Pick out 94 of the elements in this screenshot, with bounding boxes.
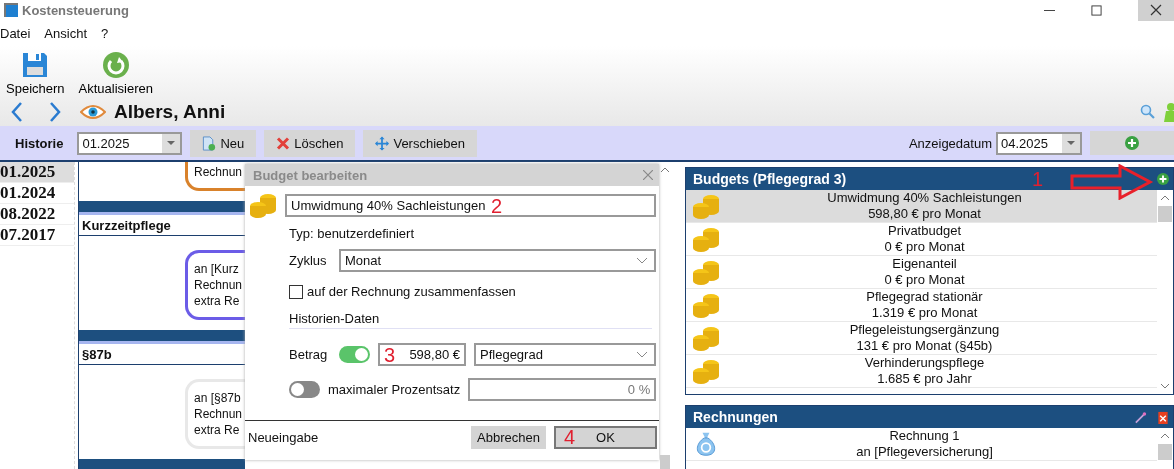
chevron-down-icon	[636, 351, 648, 358]
invoice-name: Rechnung 1	[889, 428, 960, 444]
budget-amount: 1.685 € pro Jahr	[877, 371, 972, 387]
close-icon[interactable]	[643, 170, 653, 180]
annotation-number: 3	[384, 345, 396, 365]
maximize-icon[interactable]	[1091, 4, 1102, 16]
person-name: Albers, Anni	[114, 101, 226, 123]
toolbar-button[interactable]: Aktualisieren	[74, 51, 157, 98]
magic-wand-icon[interactable]	[1135, 410, 1147, 424]
annotation-number: 2	[491, 195, 503, 216]
scroll-up-icon[interactable]	[660, 167, 670, 173]
footer-text: Neueingabe	[248, 429, 319, 445]
budget-amount: 1.319 € pro Monat	[871, 305, 978, 321]
coins-icon	[692, 325, 720, 351]
budget-item[interactable]: Pflegegrad stationär 1.319 € pro Monat	[686, 289, 1157, 322]
budget-name: Verhinderungspflege	[864, 355, 985, 371]
budget-name: Privatbudget	[888, 223, 961, 239]
history-date[interactable]: 08.2022	[0, 204, 74, 225]
delete-x-icon	[276, 135, 291, 151]
budget-item[interactable]: Pflegeleistungsergänzung 131 € pro Monat (§45b)	[686, 322, 1157, 355]
menu-item[interactable]: ?	[101, 25, 109, 41]
add-button[interactable]	[1090, 131, 1174, 155]
dropdown-arrow-icon	[1067, 141, 1075, 145]
plus-icon[interactable]	[1157, 173, 1169, 185]
annotation-number: 4	[564, 426, 576, 447]
cycle-label: Zyklus	[289, 253, 328, 268]
eye-icon	[80, 104, 106, 120]
refresh-icon	[101, 51, 130, 79]
budget-name: Eigenanteil	[892, 256, 957, 272]
invoice-item[interactable]: Rechnung 1 an [Pflegeversicherung]	[686, 428, 1157, 461]
display-date-dropdown[interactable]: 04.2025	[996, 131, 1082, 155]
amount-label: Betrag	[289, 347, 329, 362]
budget-name: Umwidmung 40% Sachleistungen	[827, 190, 1022, 206]
coins-icon	[249, 192, 277, 218]
history-date[interactable]: 01.2025	[0, 162, 74, 183]
new-document-icon	[202, 135, 217, 151]
panel-title: Budgets (Pflegegrad 3)	[693, 171, 847, 187]
dropdown-arrow-icon	[167, 141, 176, 145]
budget-name: Pflegegrad stationär	[866, 289, 983, 305]
section-heading: Historien-Daten	[289, 311, 652, 329]
history-button[interactable]: Verschieben	[363, 129, 477, 157]
percent-field[interactable]: 0 %	[468, 378, 657, 401]
history-dropdown[interactable]: 01.2025	[77, 131, 183, 155]
scrollbar-thumb[interactable]	[660, 455, 670, 469]
history-date[interactable]: 01.2024	[0, 183, 74, 204]
toolbar-button[interactable]: Speichern	[2, 51, 69, 98]
budget-amount: 598,80 € pro Monat	[868, 206, 981, 222]
budget-amount: 0 € pro Monat	[884, 239, 965, 255]
coins-icon	[692, 292, 720, 318]
dialog-button[interactable]: Abbrechen	[471, 425, 546, 449]
search-icon[interactable]	[1140, 104, 1156, 120]
history-button[interactable]: Löschen	[264, 129, 356, 157]
budget-item[interactable]: Privatbudget 0 € pro Monat	[686, 223, 1157, 256]
menu-item[interactable]: Ansicht	[44, 25, 87, 41]
close-button[interactable]	[1138, 0, 1174, 21]
window-title: Kostensteuerung	[22, 2, 129, 18]
close-icon	[1150, 4, 1162, 16]
history-label: Historie	[15, 135, 64, 151]
basis-dropdown[interactable]: Pflegegrad	[474, 343, 656, 366]
budget-amount: 131 € pro Monat (§45b)	[856, 338, 993, 354]
panel-title: Rechnungen	[693, 409, 778, 425]
annotation-number: 1	[1032, 169, 1044, 189]
toggle-switch[interactable]	[339, 346, 370, 363]
coins-icon	[692, 358, 720, 384]
history-date[interactable]: 07.2017	[0, 225, 74, 246]
checkbox-label: auf der Rechnung zusammenfassen	[307, 284, 516, 299]
coins-icon	[692, 259, 720, 285]
history-button[interactable]: Neu	[190, 129, 257, 157]
delete-icon[interactable]	[1157, 410, 1169, 424]
move-arrows-icon	[375, 135, 390, 151]
coins-icon	[692, 193, 720, 219]
menu-item[interactable]: Datei	[0, 25, 31, 41]
plus-icon	[1125, 136, 1139, 150]
invoice-recipient: an [Pflegeversicherung]	[856, 444, 993, 460]
scrollbar-thumb[interactable]	[1158, 206, 1172, 222]
budget-type: Typ: benutzerdefiniert	[289, 226, 416, 241]
scrollbar-thumb[interactable]	[1158, 444, 1172, 460]
dialog-title: Budget bearbeiten	[253, 167, 368, 183]
cycle-dropdown[interactable]: Monat	[339, 249, 656, 272]
display-date-label: Anzeigedatum	[908, 135, 992, 151]
app-icon	[4, 3, 18, 17]
budget-item[interactable]: Eigenanteil 0 € pro Monat	[686, 256, 1157, 289]
budget-item[interactable]: Verhinderungspflege 1.685 € pro Jahr	[686, 355, 1157, 388]
coins-icon	[692, 226, 720, 252]
budget-amount: 0 € pro Monat	[884, 272, 965, 288]
budget-name: Pflegeleistungsergänzung	[849, 322, 1000, 338]
budget-item[interactable]: Umwidmung 40% Sachleistungen 598,80 € pro Monat	[686, 190, 1157, 223]
max-percent-label: maximaler Prozentsatz	[328, 382, 461, 397]
checkbox[interactable]	[289, 284, 303, 299]
scroll-up-icon[interactable]	[1160, 433, 1170, 439]
scroll-up-icon[interactable]	[1160, 195, 1170, 201]
toggle-switch[interactable]	[289, 381, 320, 398]
chevron-down-icon	[636, 257, 648, 264]
scroll-down-icon[interactable]	[1160, 383, 1170, 389]
